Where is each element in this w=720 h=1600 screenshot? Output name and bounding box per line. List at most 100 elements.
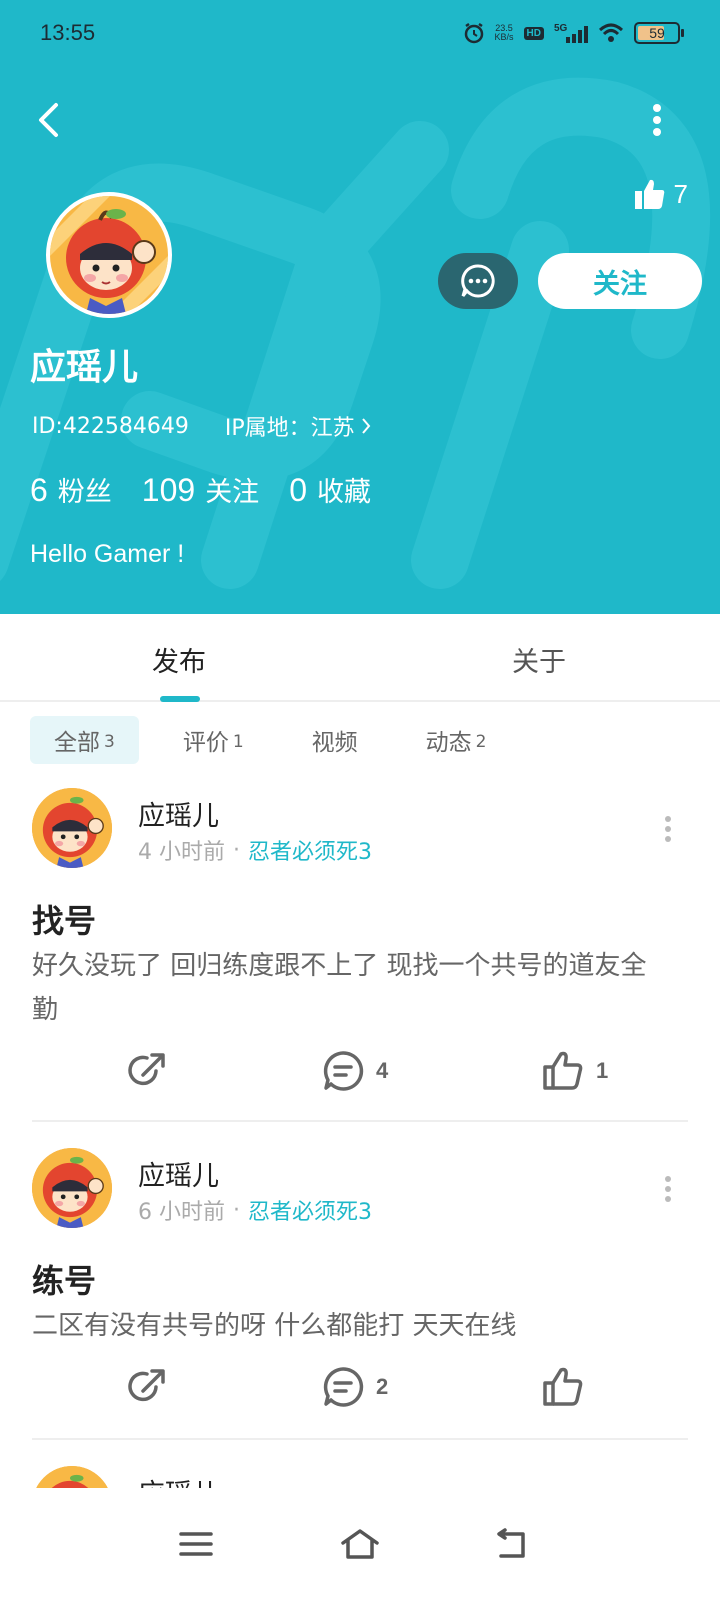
comment-icon (323, 1051, 364, 1091)
more-vertical-icon[interactable] (658, 1174, 678, 1204)
menu-icon (179, 1532, 213, 1556)
comment-button[interactable]: 2 (322, 1366, 388, 1408)
post-game-link[interactable]: 忍者必须死3 (248, 834, 372, 866)
status-icons: 23.5 KB/s HD 5G 59 (463, 22, 684, 44)
stat-number: 6 (30, 472, 48, 508)
post-title: 练号 (32, 1262, 97, 1300)
ip-location-link[interactable]: IP属地：江苏 (225, 410, 371, 442)
profile-stats: 6 粉丝 109 关注 0 收藏 (30, 470, 371, 509)
post-author[interactable]: 应瑶儿 (138, 1154, 219, 1193)
share-icon (128, 1369, 165, 1402)
post-actions: 4 1 (32, 1050, 688, 1100)
post-time: 4 小时前 (138, 840, 225, 865)
follow-button[interactable]: 关注 (538, 253, 702, 309)
nav-home-button[interactable] (332, 1516, 388, 1572)
profile-username: 应瑶儿 (30, 347, 139, 388)
like-button[interactable]: 1 (542, 1050, 608, 1092)
tab-about[interactable]: 关于 (512, 640, 566, 679)
post-actions: 2 (32, 1366, 688, 1416)
chevron-left-icon (39, 103, 58, 137)
profile-bio: Hello Gamer ! (30, 540, 185, 568)
more-options-button[interactable] (642, 100, 672, 140)
net-speed-unit: KB/s (494, 32, 514, 42)
post-time: 6 小时前 (138, 1200, 225, 1225)
tab-posts[interactable]: 发布 (152, 640, 206, 679)
avatar-image (32, 1148, 112, 1228)
filter-label: 动态 (425, 730, 472, 756)
post-divider (32, 1438, 688, 1440)
stat-label: 收藏 (316, 477, 371, 508)
like-count: 1 (596, 1058, 609, 1083)
filter-label: 全部 (54, 730, 100, 756)
filter-count: 2 (475, 732, 487, 752)
post-avatar[interactable] (32, 1148, 112, 1228)
back-button[interactable] (28, 100, 68, 140)
like-button[interactable] (542, 1366, 584, 1408)
post-avatar[interactable] (32, 1466, 112, 1488)
stat-number: 0 (289, 472, 307, 508)
nav-menu-button[interactable] (168, 1516, 224, 1572)
post-avatar[interactable] (32, 788, 112, 868)
ip-location: IP属地：江苏 (224, 416, 355, 441)
post-card[interactable]: 应瑶儿 4 小时前 · 忍者必须死3 找号 好久没玩了 回归练度跟不上了 现找一… (32, 788, 688, 1118)
profile-likes[interactable]: 7 (634, 178, 688, 210)
net-speed: 23.5 KB/s (495, 24, 514, 42)
filter-label: 评价 (182, 730, 229, 756)
home-icon (341, 1529, 379, 1559)
status-time: 13:55 (40, 20, 96, 45)
post-card[interactable]: 应瑶儿 6 小时前 · 忍者必须死3 练号 二区有没有共号的呀 什么都能打 天天… (32, 1148, 688, 1438)
hd-icon: HD (523, 26, 544, 40)
comment-icon (323, 1367, 364, 1407)
nav-back-button[interactable] (482, 1516, 538, 1572)
post-body: 二区有没有共号的呀 什么都能打 天天在线 (32, 1311, 517, 1341)
filter-reviews[interactable]: 评价 1 (159, 716, 268, 764)
stat-label: 粉丝 (57, 477, 112, 508)
filter-videos[interactable]: 视频 (288, 716, 382, 764)
filter-count: 1 (232, 732, 244, 752)
comment-count: 2 (376, 1374, 389, 1399)
stat-favorites[interactable]: 0 收藏 (289, 470, 371, 509)
post-card[interactable]: 应瑶儿 (32, 1466, 688, 1488)
post-divider (32, 1120, 688, 1122)
chat-bubble-icon (461, 264, 495, 298)
user-id: ID:422584649 (32, 413, 189, 439)
filter-chips: 全部 3 评价 1 视频 动态 2 (30, 716, 530, 764)
profile-header: 13:55 23.5 KB/s HD 5G 59 7 关注 应瑶儿 ID:422… (0, 0, 720, 614)
thumbs-up-icon (543, 1051, 583, 1090)
alarm-icon (464, 22, 483, 44)
filter-label: 视频 (311, 730, 358, 756)
thumbs-up-icon (634, 179, 664, 209)
filter-moments[interactable]: 动态 2 (402, 716, 511, 764)
comment-button[interactable]: 4 (322, 1050, 388, 1092)
filter-count: 3 (104, 732, 115, 752)
chevron-right-icon (361, 418, 370, 434)
post-title: 找号 (32, 902, 97, 940)
profile-id-row: ID:422584649 IP属地：江苏 (32, 410, 371, 442)
stat-fans[interactable]: 6 粉丝 (30, 470, 112, 509)
avatar[interactable] (46, 192, 172, 318)
share-button[interactable] (126, 1050, 168, 1092)
post-author[interactable]: 应瑶儿 (138, 794, 219, 833)
comment-count: 4 (376, 1058, 389, 1083)
message-button[interactable] (438, 253, 518, 309)
stat-number: 109 (141, 472, 196, 508)
main-tabs: 发布 关于 (0, 614, 720, 702)
avatar-image (50, 196, 168, 314)
svg-text:5G: 5G (554, 23, 568, 34)
meta-separator: · (233, 837, 240, 863)
more-vertical-icon (653, 104, 661, 136)
share-button[interactable] (126, 1366, 168, 1408)
avatar-image (32, 788, 112, 868)
share-icon (128, 1053, 165, 1086)
post-game-link[interactable]: 忍者必须死3 (248, 1194, 372, 1226)
avatar-image (32, 1466, 112, 1488)
signal-5g-icon: 5G (554, 23, 588, 43)
system-nav-bar (0, 1488, 720, 1600)
post-author[interactable]: 应瑶儿 (138, 1472, 219, 1488)
more-vertical-icon[interactable] (658, 814, 678, 844)
stat-label: 关注 (205, 477, 260, 508)
stat-following[interactable]: 109 关注 (142, 470, 259, 509)
filter-all[interactable]: 全部 3 (30, 716, 139, 764)
tab-indicator (160, 696, 200, 702)
wifi-icon (598, 23, 624, 42)
